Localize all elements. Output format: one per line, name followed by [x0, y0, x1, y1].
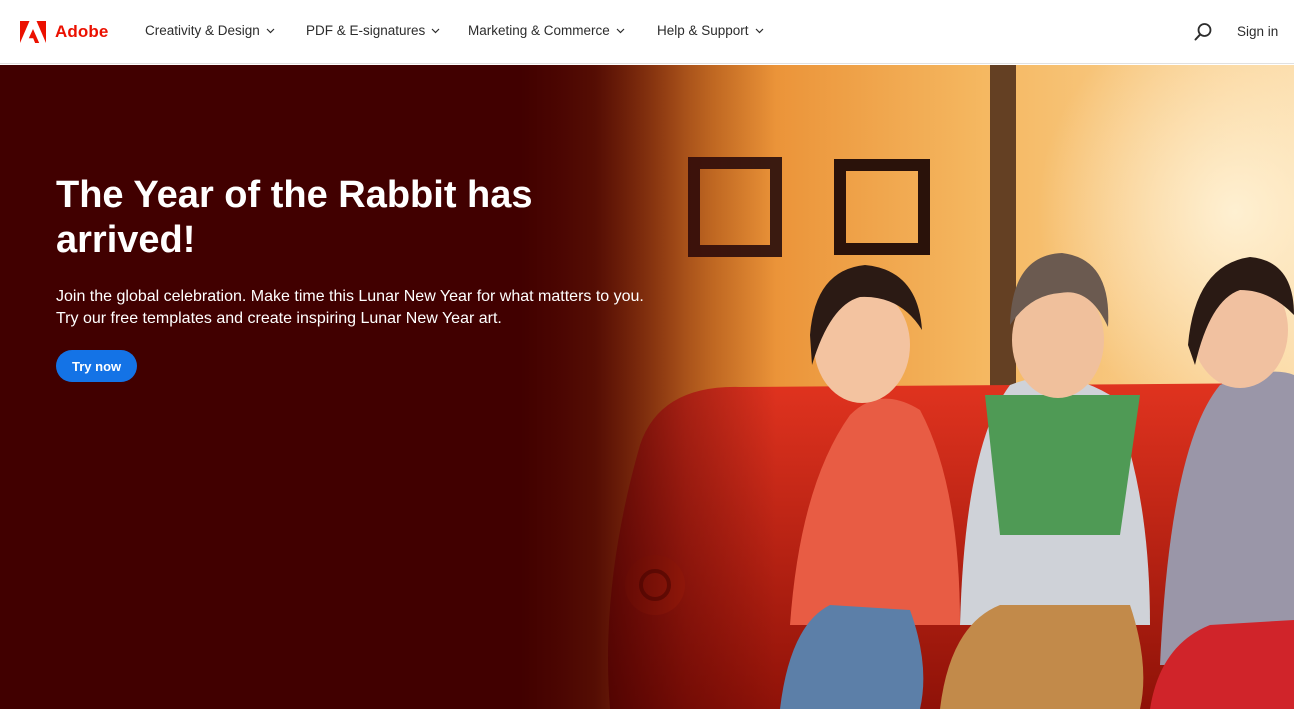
nav-label: Help & Support: [657, 23, 749, 38]
sign-in-link[interactable]: Sign in: [1237, 24, 1278, 39]
chevron-down-icon: [266, 28, 275, 34]
adobe-logo-icon: [20, 21, 46, 43]
brand-name: Adobe: [55, 22, 109, 41]
try-now-button[interactable]: Try now: [56, 350, 138, 382]
top-navigation-bar: Adobe Creativity & Design PDF & E-signat…: [0, 0, 1294, 64]
search-icon[interactable]: [1193, 22, 1213, 42]
nav-help-support[interactable]: Help & Support: [657, 23, 764, 38]
nav-pdf-esignatures[interactable]: PDF & E-signatures: [306, 23, 440, 38]
nav-marketing-commerce[interactable]: Marketing & Commerce: [468, 23, 625, 38]
adobe-home-link[interactable]: Adobe: [20, 20, 108, 44]
nav-label: PDF & E-signatures: [306, 23, 426, 38]
nav-label: Creativity & Design: [145, 23, 260, 38]
hero-title: The Year of the Rabbit has arrived!: [56, 174, 533, 261]
chevron-down-icon: [616, 28, 625, 34]
hero-gradient-overlay: [0, 65, 1294, 709]
chevron-down-icon: [431, 28, 440, 34]
nav-label: Marketing & Commerce: [468, 23, 610, 38]
hero-description: Join the global celebration. Make time t…: [56, 288, 644, 327]
chevron-down-icon: [755, 28, 763, 34]
hero-banner: The Year of the Rabbit has arrived! Join…: [0, 65, 1294, 709]
nav-creativity-design[interactable]: Creativity & Design: [145, 23, 275, 38]
